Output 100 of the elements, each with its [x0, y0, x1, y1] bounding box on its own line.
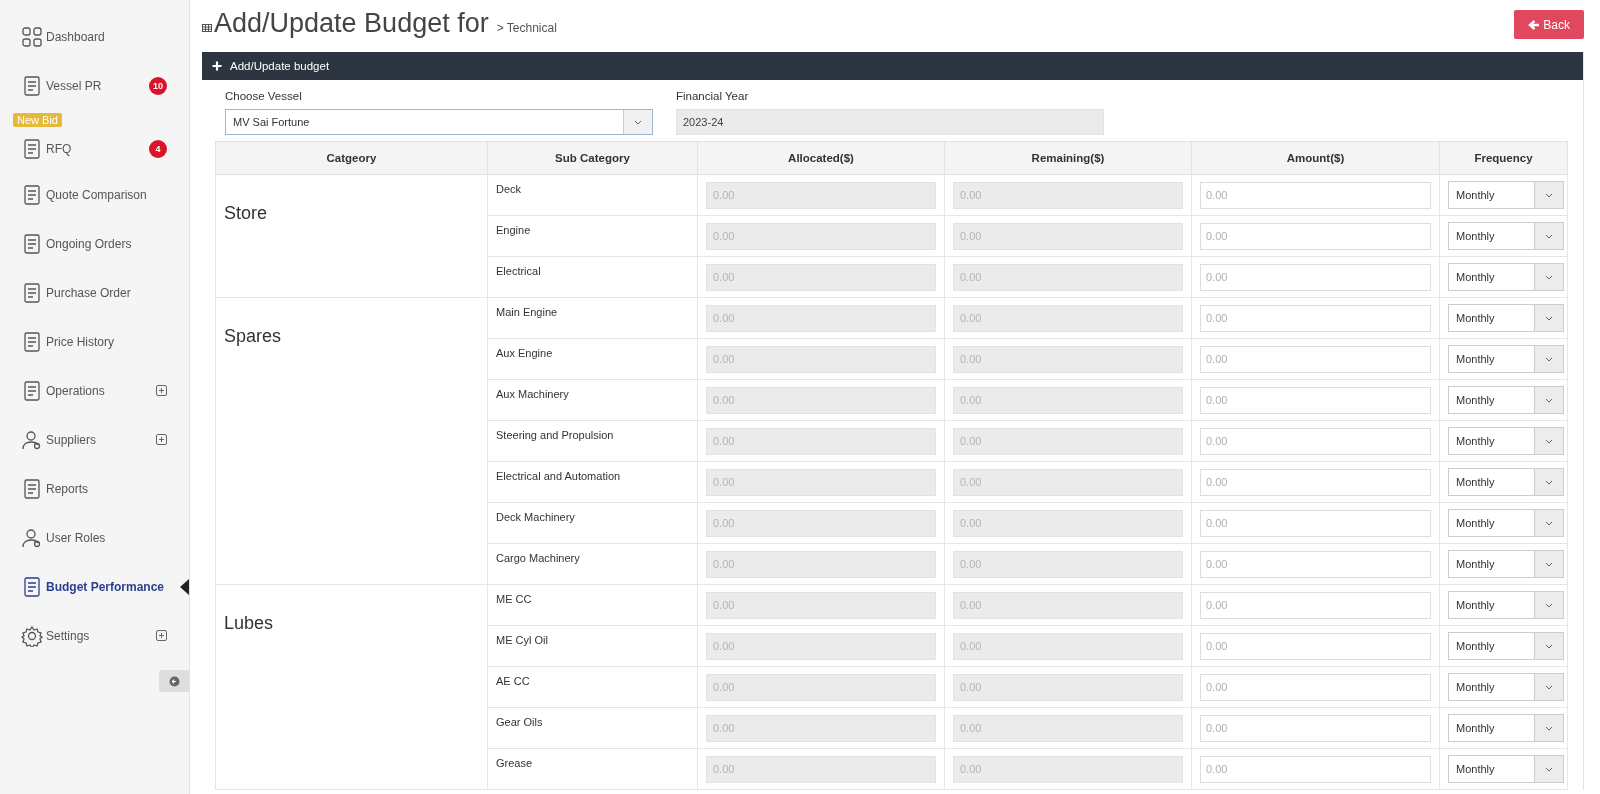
amount-field[interactable]: 0.00 [1200, 345, 1431, 373]
sidebar-item[interactable]: Operations [0, 366, 189, 415]
frequency-select[interactable]: Monthly [1448, 509, 1564, 537]
amount-field[interactable]: 0.00 [1200, 304, 1431, 332]
frequency-select[interactable]: Monthly [1448, 468, 1564, 496]
expand-plus-icon[interactable] [156, 630, 167, 641]
column-header: Sub Category [487, 141, 698, 175]
sub-category-label: Steering and Propulsion [496, 429, 614, 441]
sidebar-item[interactable]: Quote Comparison [0, 170, 189, 219]
collapse-sidebar-button[interactable] [159, 670, 189, 692]
amount-field[interactable]: 0.00 [1200, 632, 1431, 660]
amount-field[interactable]: 0.00 [1200, 263, 1431, 291]
page-title: Add/Update Budget for [214, 8, 489, 39]
sidebar-item[interactable]: User Roles [0, 513, 189, 562]
amount-field[interactable]: 0.00 [1200, 755, 1431, 783]
caret-icon [1545, 356, 1553, 362]
caret-icon [1545, 315, 1553, 321]
frequency-select[interactable]: Monthly [1448, 427, 1564, 455]
caret-icon [1545, 725, 1553, 731]
document-icon [21, 379, 43, 402]
back-button[interactable]: Back [1514, 10, 1584, 39]
frequency-select[interactable]: Monthly [1448, 632, 1564, 660]
caret-icon [1545, 397, 1553, 403]
category-label: Spares [224, 326, 282, 346]
frequency-select[interactable]: Monthly [1448, 345, 1564, 373]
gear-icon [21, 624, 43, 647]
arrow-left-circle-icon [168, 675, 180, 687]
caret-icon [1545, 643, 1553, 649]
amount-field[interactable]: 0.00 [1200, 673, 1431, 701]
amount-field[interactable]: 0.00 [1200, 591, 1431, 619]
sub-category-label: Electrical and Automation [496, 470, 621, 482]
caret-icon [634, 119, 642, 125]
column-header: Catgeory [215, 141, 488, 175]
frequency-select[interactable]: Monthly [1448, 673, 1564, 701]
sidebar-item[interactable]: Price History [0, 317, 189, 366]
amount-field[interactable]: 0.00 [1200, 509, 1431, 537]
sub-category-label: Gear Oils [496, 716, 543, 728]
column-header: Amount($) [1191, 141, 1440, 175]
field-label: Choose Vessel [225, 90, 303, 102]
breadcrumb: > Technical [496, 21, 557, 35]
sidebar-item[interactable]: Budget Performance [0, 562, 189, 611]
sidebar-item[interactable]: Reports [0, 464, 189, 513]
caret-icon [1545, 684, 1553, 690]
sidebar-item[interactable]: Ongoing Orders [0, 219, 189, 268]
document-icon [21, 281, 43, 304]
caret-icon [1545, 274, 1553, 280]
amount-field[interactable]: 0.00 [1200, 468, 1431, 496]
sidebar-item[interactable]: Purchase Order [0, 268, 189, 317]
sub-category-label: Main Engine [496, 306, 558, 318]
financial-year-field[interactable]: 2023-24 [676, 109, 1104, 135]
pointer-triangle-icon [180, 579, 189, 595]
sidebar-item[interactable]: Dashboard [0, 12, 189, 61]
frequency-select[interactable]: Monthly [1448, 181, 1564, 209]
sub-category-label: Electrical [496, 265, 541, 277]
document-icon [21, 138, 43, 160]
frequency-select[interactable]: Monthly [1448, 714, 1564, 742]
sub-category-label: Deck Machinery [496, 511, 575, 523]
document-icon [21, 232, 43, 255]
expand-plus-icon[interactable] [156, 434, 167, 445]
column-header: Frequency [1439, 141, 1568, 175]
sidebar-item[interactable]: Suppliers [0, 415, 189, 464]
frequency-select[interactable]: Monthly [1448, 386, 1564, 414]
field-label: Financial Year [676, 90, 750, 102]
vessel-select[interactable]: MV Sai Fortune [225, 109, 653, 135]
sub-category-label: ME Cyl Oil [496, 634, 548, 646]
amount-field[interactable]: 0.00 [1200, 714, 1431, 742]
frequency-select[interactable]: Monthly [1448, 755, 1564, 783]
sub-category-label: Aux Machinery [496, 388, 569, 400]
amount-field[interactable]: 0.00 [1200, 386, 1431, 414]
count-badge: 4 [149, 140, 167, 158]
panel-title: Add/Update budget [230, 60, 330, 72]
caret-icon [1545, 520, 1553, 526]
document-icon [21, 74, 43, 97]
sidebar-item[interactable]: Vessel PR 10 [0, 61, 189, 110]
document-icon [21, 477, 43, 500]
frequency-select[interactable]: Monthly [1448, 591, 1564, 619]
sidebar-item[interactable]: Settings [0, 611, 189, 660]
expand-plus-icon[interactable] [156, 385, 167, 396]
grid-icon [21, 25, 43, 48]
amount-field[interactable]: 0.00 [1200, 222, 1431, 250]
caret-icon [1545, 233, 1553, 239]
caret-icon [1545, 561, 1553, 567]
user-icon [21, 428, 43, 451]
amount-field[interactable]: 0.00 [1200, 550, 1431, 578]
sub-category-label: ME CC [496, 593, 532, 605]
frequency-select[interactable]: Monthly [1448, 550, 1564, 578]
count-badge: 10 [149, 76, 167, 95]
sub-category-label: AE CC [496, 675, 530, 687]
caret-icon [1545, 766, 1553, 772]
sub-category-label: Deck [496, 183, 522, 195]
sub-category-label: Engine [496, 224, 531, 236]
caret-icon [1545, 602, 1553, 608]
frequency-select[interactable]: Monthly [1448, 222, 1564, 250]
document-icon [21, 575, 43, 598]
frequency-select[interactable]: Monthly [1448, 263, 1564, 291]
sidebar-item[interactable]: RFQ 4 [0, 128, 189, 170]
sub-category-label: Grease [496, 757, 533, 769]
amount-field[interactable]: 0.00 [1200, 181, 1431, 209]
frequency-select[interactable]: Monthly [1448, 304, 1564, 332]
amount-field[interactable]: 0.00 [1200, 427, 1431, 455]
